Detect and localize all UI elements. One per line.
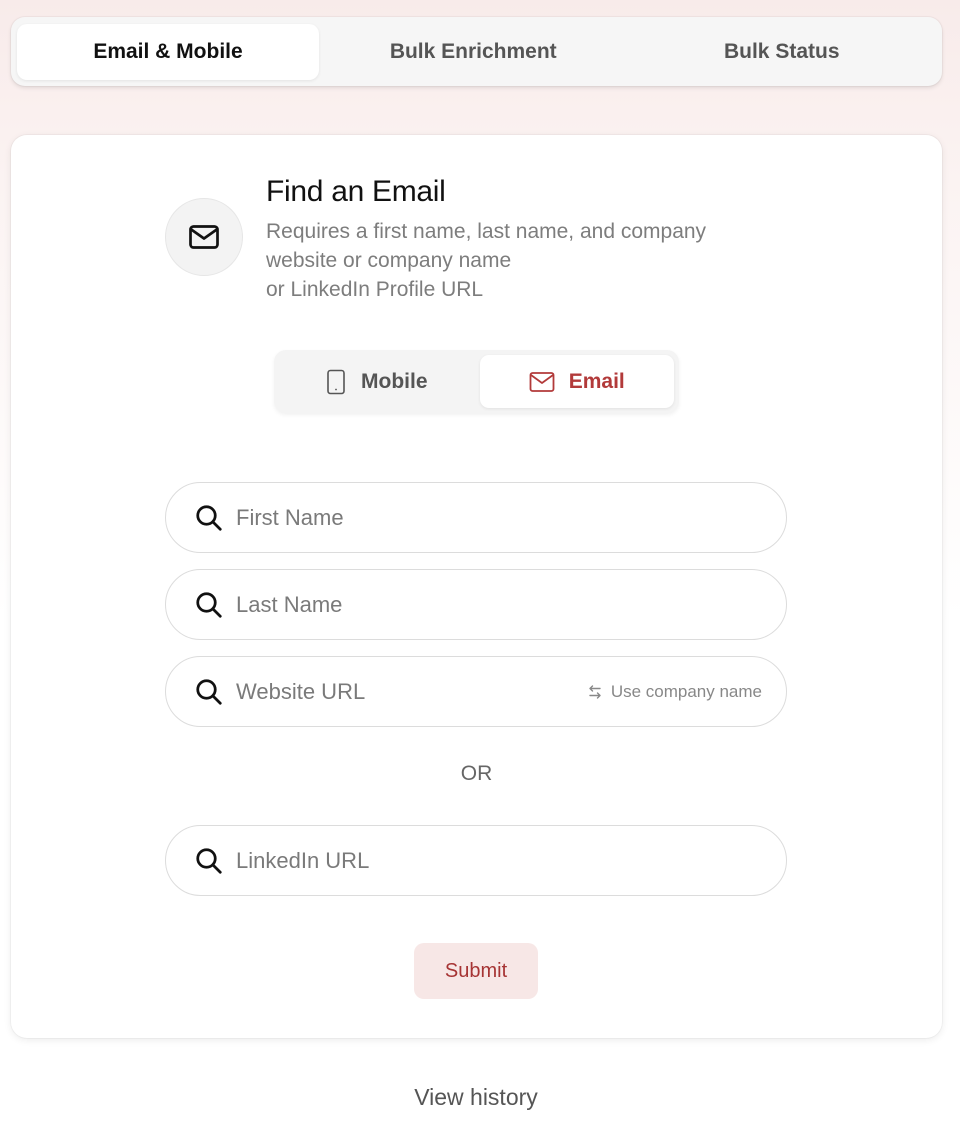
- mail-icon: [529, 371, 555, 392]
- or-divider: OR: [460, 762, 493, 785]
- swap-arrows-icon: [589, 684, 601, 699]
- mobile-email-toggle: Mobile Email: [274, 350, 679, 413]
- tab-bulk-status[interactable]: Bulk Status: [628, 24, 937, 80]
- toggle-mobile-option[interactable]: Mobile: [279, 355, 474, 408]
- search-icon: [194, 503, 224, 533]
- use-company-name-label: Use company name: [610, 681, 762, 701]
- phone-icon: [327, 369, 345, 394]
- subtitle-line: Requires a first name, last name, and co…: [266, 220, 707, 243]
- toggle-email-option[interactable]: Email: [479, 355, 674, 408]
- first-name-field-wrapper: [165, 482, 787, 553]
- linkedin-url-input[interactable]: [236, 847, 762, 874]
- view-history-link[interactable]: View history: [0, 1084, 952, 1111]
- page-title: Find an Email: [266, 175, 446, 208]
- find-email-card: Find an Email Requires a first name, las…: [11, 135, 942, 1038]
- first-name-input[interactable]: [236, 504, 762, 531]
- toggle-mobile-label: Mobile: [361, 369, 428, 393]
- tab-bulk-enrichment[interactable]: Bulk Enrichment: [319, 24, 628, 80]
- subtitle-line: website or company name: [266, 249, 512, 272]
- last-name-field-wrapper: [165, 569, 787, 640]
- page-subtitle: Requires a first name, last name, and co…: [266, 217, 766, 304]
- submit-button[interactable]: Submit: [414, 943, 538, 999]
- top-tab-bar: Email & Mobile Bulk Enrichment Bulk Stat…: [11, 17, 942, 86]
- mail-icon: [189, 225, 219, 249]
- search-icon: [194, 590, 224, 620]
- linkedin-field-wrapper: [165, 825, 787, 896]
- last-name-input[interactable]: [236, 591, 762, 618]
- toggle-email-label: Email: [568, 369, 625, 393]
- use-company-name-button[interactable]: Use company name: [587, 682, 762, 702]
- website-field-wrapper: Use company name: [165, 656, 787, 727]
- subtitle-line: or LinkedIn Profile URL: [266, 278, 484, 301]
- search-icon: [194, 846, 224, 876]
- tab-email-mobile[interactable]: Email & Mobile: [17, 23, 319, 80]
- website-url-input[interactable]: [236, 678, 587, 705]
- search-icon: [194, 677, 224, 707]
- header-mail-icon-circle: [165, 198, 243, 276]
